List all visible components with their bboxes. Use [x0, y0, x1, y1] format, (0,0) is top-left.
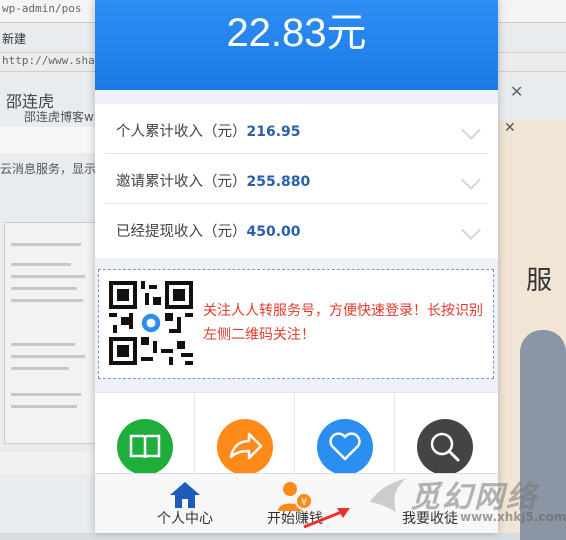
- stat-value: 255.880: [246, 174, 311, 190]
- ad-person-image: [520, 330, 566, 540]
- annotation-arrow-icon: [303, 508, 350, 529]
- stat-label: 个人累计收入（元）216.95: [116, 124, 301, 140]
- book-icon: [117, 419, 173, 475]
- grid-tile-share[interactable]: [195, 393, 295, 481]
- bg-close-icon: ✕: [510, 82, 524, 101]
- bg-phone-screenshot: [4, 222, 96, 444]
- chevron-down-icon: [461, 220, 481, 240]
- tab-label: 我要收徒: [402, 510, 458, 526]
- heart-icon: [317, 419, 373, 475]
- qr-follow-box: 关注人人转服务号，方便快速登录！长按识别左侧二维码关注！: [98, 269, 494, 379]
- bg-toolbar: [0, 127, 100, 153]
- search-icon: [417, 419, 473, 475]
- income-stats-list: 个人累计收入（元）216.95 邀请累计收入（元）255.880 已经提现收入（…: [95, 104, 498, 258]
- chevron-down-icon: [461, 120, 481, 140]
- chevron-down-icon: [461, 170, 481, 190]
- grid-tile-book[interactable]: [95, 393, 195, 481]
- grid-tile-search[interactable]: [395, 393, 495, 481]
- feature-grid: [95, 392, 498, 481]
- stat-label: 已经提现收入（元）450.00: [116, 224, 301, 240]
- new-tab-label: 新建: [2, 32, 27, 46]
- qr-follow-text: 关注人人转服务号，方便快速登录！长按识别左侧二维码关注！: [203, 302, 483, 342]
- bg-bottom-toolbar: [0, 452, 96, 474]
- ad-close-icon: ✕: [504, 120, 516, 136]
- earnings-header: 22.83元: [95, 0, 498, 90]
- earnings-amount: 22.83元: [226, 11, 367, 55]
- share-arrow-icon: [217, 419, 273, 475]
- bg-blog-link: 邵连虎博客wp: [24, 110, 102, 124]
- stat-value: 450.00: [246, 224, 301, 240]
- stat-row-invite[interactable]: 邀请累计收入（元）255.880: [95, 154, 498, 204]
- address-text: http://www.sha: [2, 54, 95, 67]
- browser-url-top: wp-admin/pos: [2, 2, 82, 15]
- stat-value: 216.95: [246, 124, 301, 140]
- ad-text: 服: [526, 266, 553, 296]
- tab-recruit-apprentice[interactable]: 我要收徒: [365, 474, 495, 533]
- stat-row-personal[interactable]: 个人累计收入（元）216.95: [95, 104, 498, 154]
- home-icon: [170, 482, 200, 508]
- grid-tile-heart[interactable]: [295, 393, 395, 481]
- bg-advertisement: ✕ 服: [498, 120, 566, 540]
- app-panel: 22.83元 个人累计收入（元）216.95 邀请累计收入（元）255.880 …: [95, 0, 498, 533]
- bg-cloud-notice: 云消息服务，显示: [0, 162, 97, 176]
- bottom-tab-bar: 个人中心 ¥ 开始赚钱 我要收徒: [95, 473, 498, 533]
- stat-label: 邀请累计收入（元）255.880: [116, 174, 311, 190]
- stat-row-withdrawn[interactable]: 已经提现收入（元）450.00: [95, 204, 498, 254]
- qr-code-image[interactable]: [109, 281, 193, 365]
